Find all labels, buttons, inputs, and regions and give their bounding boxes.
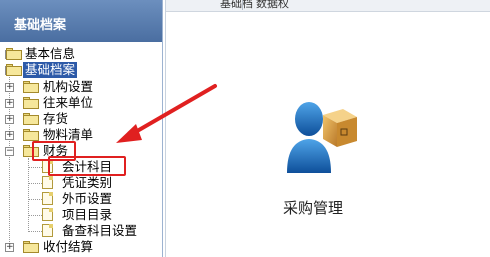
tree-item-label: 收付结算 — [43, 239, 94, 254]
tree-item-label: 机构设置 — [43, 79, 94, 94]
left-panel: 基础档案 − 基本信息 − 基础档案 + 机构设置 + 往来单位 + 存货 + — [0, 0, 163, 257]
tree-item-label: 存货 — [43, 111, 69, 126]
tree-item-basic-info[interactable]: − 基本信息 — [0, 46, 160, 62]
purchase-management-label[interactable]: 采购管理 — [283, 197, 343, 218]
collapse-toggle[interactable]: − — [5, 147, 14, 156]
document-icon — [42, 224, 53, 237]
tree-item-label: 外币设置 — [62, 191, 113, 206]
expand-toggle[interactable]: + — [5, 99, 14, 108]
purchase-management-icon[interactable] — [285, 95, 360, 175]
tree-item-inventory[interactable]: + 存货 — [0, 111, 160, 127]
tree-item-payment-settlement[interactable]: + 收付结算 — [0, 239, 160, 255]
folder-icon — [23, 97, 39, 109]
tree-item-label: 往来单位 — [43, 95, 94, 110]
topbar-fragment-right[interactable]: 数据权 — [256, 0, 289, 11]
topbar-separator — [242, 0, 243, 10]
expand-toggle[interactable]: + — [5, 243, 14, 252]
expand-toggle[interactable]: + — [5, 115, 14, 124]
folder-icon — [6, 48, 22, 60]
expand-toggle[interactable]: + — [5, 131, 14, 140]
annotation-highlight-accounting-subjects — [48, 156, 126, 176]
document-icon — [42, 192, 53, 205]
topbar-fragment-left[interactable]: 基础档 — [220, 0, 253, 11]
folder-icon — [23, 129, 39, 141]
tree-item-partners[interactable]: + 往来单位 — [0, 95, 160, 111]
tree-item-org-settings[interactable]: + 机构设置 — [0, 79, 160, 95]
tree-item-voucher-types[interactable]: 凭证类别 — [0, 175, 160, 191]
panel-title: 基础档案 — [14, 18, 67, 33]
right-topbar: 基础档 数据权 — [166, 0, 490, 12]
document-icon — [42, 208, 53, 221]
tree-item-project-catalog[interactable]: 项目目录 — [0, 207, 160, 223]
tree-item-currency-settings[interactable]: 外币设置 — [0, 191, 160, 207]
document-icon — [42, 176, 53, 189]
tree-item-label: 备查科目设置 — [62, 223, 138, 238]
expand-toggle[interactable]: + — [5, 83, 14, 92]
folder-icon — [23, 241, 39, 253]
panel-header: 基础档案 — [0, 0, 162, 42]
tree-item-label: 凭证类别 — [62, 175, 113, 190]
folder-icon — [23, 81, 39, 93]
folder-icon — [23, 113, 39, 125]
tree-item-bom[interactable]: + 物料清单 — [0, 127, 160, 143]
tree-item-basic-archive[interactable]: − 基础档案 — [0, 62, 160, 78]
folder-open-icon — [6, 64, 22, 76]
tree-item-memo-subject-settings[interactable]: 备查科目设置 — [0, 223, 160, 239]
tree-item-label: 基本信息 — [25, 46, 76, 61]
tree-item-label: 基础档案 — [23, 62, 78, 78]
tree-item-label: 项目目录 — [62, 207, 113, 222]
